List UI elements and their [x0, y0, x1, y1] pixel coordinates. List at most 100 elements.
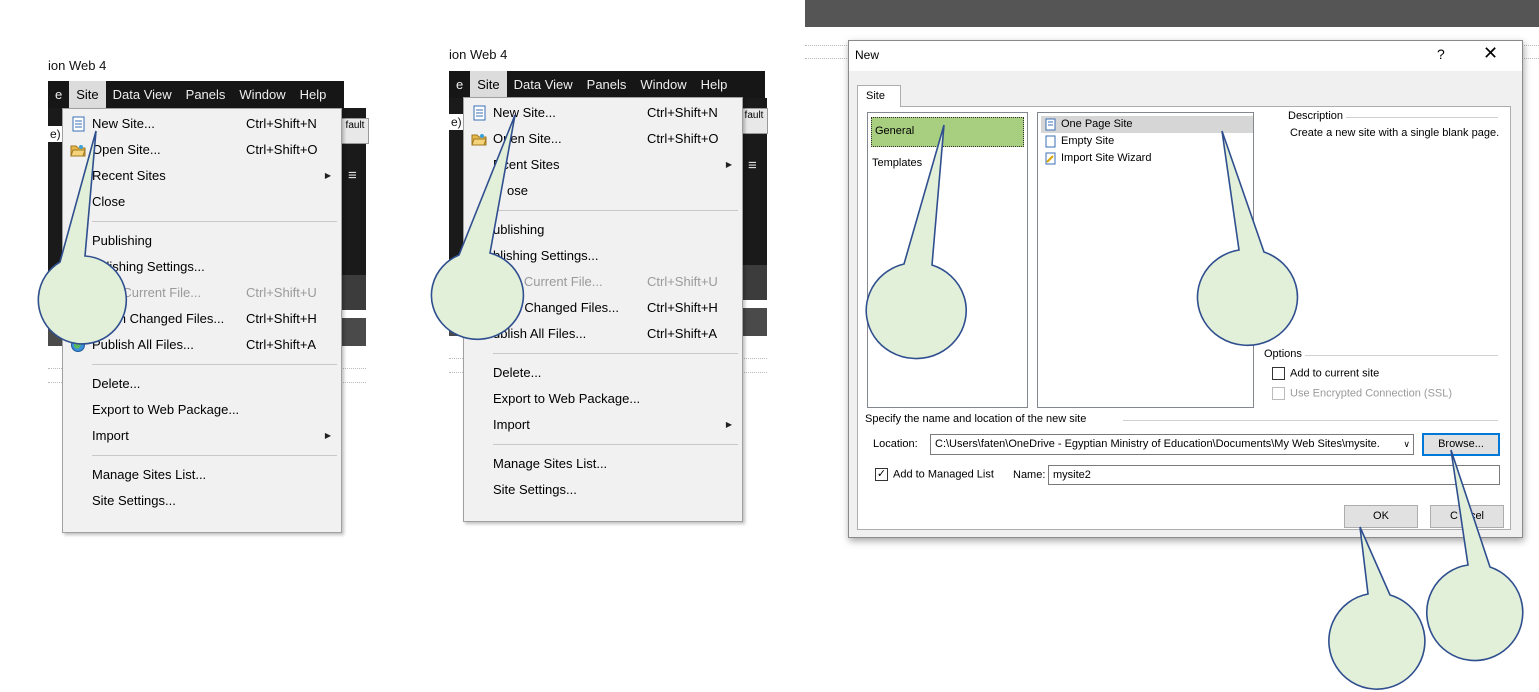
menu-item-publish-changed-files[interactable]: sh Changed Files... Ctrl+Shift+H [464, 295, 742, 321]
checkbox[interactable] [1272, 367, 1285, 380]
label: ublishing [493, 222, 545, 237]
category-templates[interactable]: Templates [872, 157, 922, 169]
label: ublish Changed Files... [92, 311, 225, 326]
site-type-empty[interactable]: Empty Site [1041, 133, 1114, 150]
menu-item-publishing[interactable]: Publishing [63, 228, 341, 254]
menu-item-import[interactable]: Import ▶ [63, 423, 341, 449]
add-to-managed-list-checkbox[interactable]: ✓ Add to Managed List [875, 468, 994, 482]
label: Recent Sites [92, 168, 166, 183]
menu-item-publish-all-files[interactable]: ublish All Files... Ctrl+Shift+A [464, 321, 742, 347]
menu-item-new-site[interactable]: New Site... Ctrl+Shift+N [464, 100, 742, 126]
menu-item-open-site[interactable]: Open Site... Ctrl+Shift+O [63, 137, 341, 163]
label: Empty Site [1061, 135, 1115, 147]
menu-item-recent-sites[interactable]: Recent Sites ▶ [63, 163, 341, 189]
menu-item-import[interactable]: Import ▶ [464, 412, 742, 438]
browse-button[interactable]: Browse... [1422, 433, 1500, 456]
checkbox[interactable]: ✓ [875, 468, 888, 481]
menu-data-view[interactable]: Data View [507, 71, 580, 98]
menu-item-publish-all-files[interactable]: Publish All Files... Ctrl+Shift+A [63, 332, 341, 358]
label: ew Site... [101, 116, 155, 131]
menu-item-site-settings[interactable]: Site Settings... [464, 477, 742, 503]
menu-item-new-site[interactable]: New Site... Ctrl+Shift+N [63, 111, 341, 137]
empty-site-icon [1045, 135, 1056, 148]
menu-item-open-site[interactable]: Open Site... Ctrl+Shift+O [464, 126, 742, 152]
label: cel [1469, 510, 1484, 522]
label: blish Current File... [92, 285, 202, 300]
menu-data-view[interactable]: Data View [106, 81, 179, 108]
menu-item-delete[interactable]: Delete... [63, 371, 341, 397]
menu-bar: e Site Data View Panels Window Help [48, 81, 344, 108]
chevron-down-icon[interactable]: ∨ [1400, 435, 1410, 454]
menu-item-delete[interactable]: Delete... [464, 360, 742, 386]
menu-site[interactable]: Site [69, 81, 106, 108]
new-site-dialog: New ? ✕ Site General Templates One Page … [848, 40, 1523, 538]
menu-site[interactable]: Site [470, 71, 507, 98]
label: blishing Settings... [493, 248, 599, 263]
import-wizard-icon [1045, 152, 1056, 165]
menu-item-export-web-package[interactable]: Export to Web Package... [464, 386, 742, 412]
menu-item-export-web-package[interactable]: Export to Web Package... [63, 397, 341, 423]
site-type-one-page[interactable]: One Page Site [1041, 116, 1253, 133]
menu-item-close[interactable]: Close [63, 189, 341, 215]
label: Delete... [493, 365, 542, 380]
side-fragment: fault [744, 110, 764, 121]
help-button[interactable]: ? [1437, 46, 1445, 62]
align-icon: ≡ [748, 157, 757, 174]
checkbox [1272, 387, 1285, 400]
menu-item-publishing-settings[interactable]: blishing Settings... [464, 243, 742, 269]
menu-item-publish-changed-files[interactable]: ublish Changed Files... Ctrl+Shift+H [63, 306, 341, 332]
menu-window[interactable]: Window [633, 71, 693, 98]
name-label: Name: [1013, 469, 1046, 481]
label: ublish All Files... [493, 326, 587, 341]
label: pen Site... [102, 142, 161, 157]
use-ssl-checkbox: Use Encrypted Connection (SSL) [1272, 387, 1452, 401]
tab-site[interactable]: Site [857, 85, 901, 107]
label: Add to current site [1290, 367, 1380, 380]
open-folder-icon [70, 145, 86, 157]
label: Import [92, 428, 129, 443]
menu-item-site-settings[interactable]: Site Settings... [63, 488, 341, 514]
menu-separator [493, 210, 738, 211]
menu-help[interactable]: Help [694, 71, 735, 98]
label: C [1449, 510, 1458, 522]
label: One Page Site [1061, 118, 1133, 130]
menu-item-manage-sites-list[interactable]: Manage Sites List... [464, 451, 742, 477]
menu-bar: e Site Data View Panels Window Help [449, 71, 765, 98]
menu-window[interactable]: Window [232, 81, 292, 108]
cancel-button[interactable]: Ccel [1430, 505, 1504, 528]
menu-item-publish-current-file: blish Current File... Ctrl+Shift+U [63, 280, 341, 306]
site-type-import-wizard[interactable]: Import Site Wizard [1041, 150, 1151, 167]
menu-panels[interactable]: Panels [580, 71, 634, 98]
menu-item-recent-sites[interactable]: Rcent Sites ▶ [464, 152, 742, 178]
label: Publishing [92, 233, 152, 248]
location-combobox[interactable]: C:\Users\faten\OneDrive - Egyptian Minis… [930, 434, 1414, 455]
name-input[interactable]: mysite2 [1048, 465, 1500, 485]
options-label: Options [1264, 348, 1305, 360]
shortcut: Ctrl+Shift+H [647, 300, 718, 315]
menu-item-publishing[interactable]: ublishing [464, 217, 742, 243]
shortcut: Ctrl+Shift+H [246, 311, 317, 326]
label: Add to Managed List [893, 468, 994, 481]
label: en Site... [510, 131, 562, 146]
dialog-title: New [855, 48, 880, 62]
label: sh Changed Files... [507, 300, 620, 315]
menu-item-publishing-settings[interactable]: ublishing Settings... [63, 254, 341, 280]
menu-file[interactable]: e [48, 81, 69, 108]
label: Publish All Files... [92, 337, 194, 352]
label: O [92, 142, 103, 157]
label: cent Sites [502, 157, 560, 172]
new-site-icon [72, 116, 85, 132]
menu-panels[interactable]: Panels [179, 81, 233, 108]
menu-separator [493, 353, 738, 354]
close-icon[interactable]: ✕ [1483, 43, 1498, 64]
add-to-current-site-checkbox[interactable]: Add to current site [1272, 367, 1379, 381]
submenu-arrow-icon: ▶ [725, 160, 732, 169]
label: ublishing Settings... [92, 259, 205, 274]
ok-button[interactable]: OK [1344, 505, 1418, 528]
category-general[interactable]: General [871, 117, 1024, 147]
menu-file[interactable]: e [449, 71, 470, 98]
site-dropdown-menu: New Site... Ctrl+Shift+N Open Site... Ct… [463, 97, 743, 522]
menu-item-close[interactable]: ose [464, 178, 742, 204]
menu-help[interactable]: Help [293, 81, 334, 108]
menu-item-manage-sites-list[interactable]: Manage Sites List... [63, 462, 341, 488]
